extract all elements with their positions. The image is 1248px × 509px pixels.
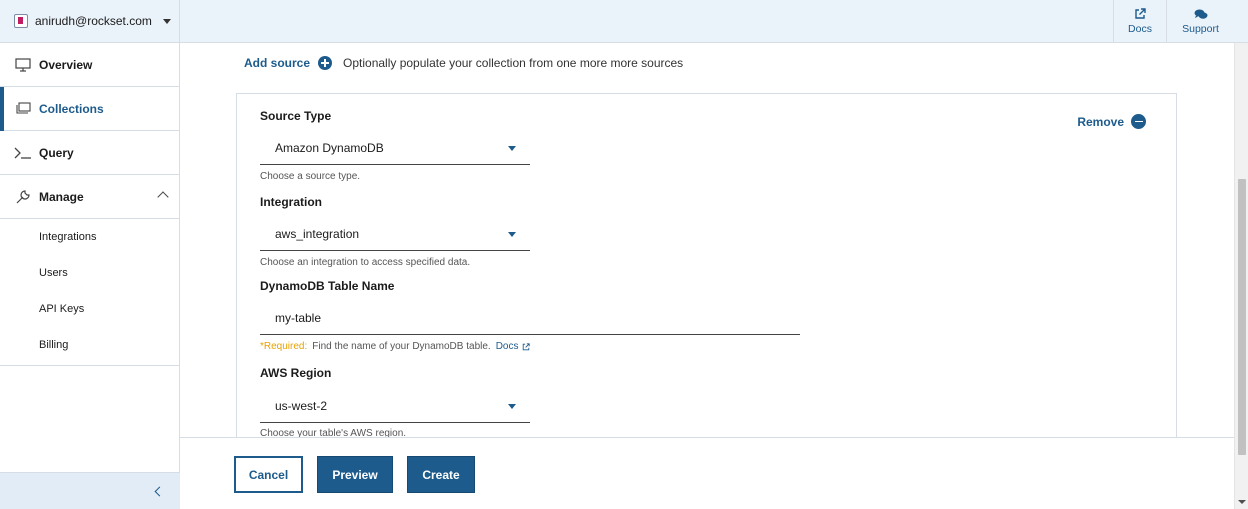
- table-name-label: DynamoDB Table Name: [260, 279, 395, 293]
- sidebar-item-users[interactable]: Users: [0, 255, 179, 291]
- sidebar-item-label: Manage: [39, 189, 84, 204]
- required-marker: *Required:: [260, 341, 308, 352]
- docs-label: Docs: [1128, 22, 1152, 35]
- table-name-value: my-table: [275, 311, 322, 325]
- external-link-icon: [522, 342, 530, 350]
- sidebar-item-billing[interactable]: Billing: [0, 327, 179, 363]
- table-name-input[interactable]: my-table: [260, 302, 800, 335]
- helper-text: Find the name of your DynamoDB table.: [312, 341, 491, 352]
- top-bar: Docs Support: [180, 0, 1248, 43]
- plus-circle-icon[interactable]: [318, 56, 333, 70]
- sidebar-item-label: Query: [39, 145, 74, 160]
- monitor-icon: [14, 57, 32, 73]
- support-label: Support: [1182, 22, 1219, 35]
- helper-text: Choose an integration to access specifie…: [260, 257, 471, 268]
- helper-text: Choose your table's AWS region.: [260, 428, 407, 437]
- create-button[interactable]: Create: [407, 456, 475, 493]
- table-name-helper: *Required: Find the name of your DynamoD…: [260, 341, 530, 352]
- scrollbar-thumb[interactable]: [1238, 179, 1246, 455]
- external-link-icon: [1134, 8, 1146, 21]
- add-source-description: Optionally populate your collection from…: [343, 56, 684, 70]
- sidebar-item-overview[interactable]: Overview: [0, 43, 179, 87]
- source-type-label: Source Type: [260, 109, 332, 123]
- dropdown-arrow-icon: [508, 232, 516, 237]
- aws-region-select[interactable]: us-west-2: [260, 390, 530, 423]
- docs-link[interactable]: Docs: [496, 341, 530, 352]
- add-source-row: Add source Optionally populate your coll…: [244, 56, 683, 70]
- collapse-sidebar-button[interactable]: [0, 472, 180, 509]
- source-card: Remove Source Type Amazon DynamoDB Choos…: [236, 93, 1177, 437]
- terminal-icon: [14, 145, 32, 161]
- remove-source-button[interactable]: Remove: [1077, 114, 1146, 129]
- action-footer: Cancel Preview Create: [180, 437, 1234, 509]
- account-switcher[interactable]: anirudh@rockset.com: [0, 0, 179, 43]
- sidebar-item-query[interactable]: Query: [0, 131, 179, 175]
- sidebar: anirudh@rockset.com Overview Collections…: [0, 0, 180, 509]
- integration-value: aws_integration: [275, 227, 360, 241]
- chat-bubbles-icon: [1194, 8, 1208, 21]
- helper-text: Choose a source type.: [260, 171, 361, 182]
- sidebar-item-label: Collections: [39, 101, 104, 116]
- cancel-button[interactable]: Cancel: [234, 456, 303, 493]
- main-content: Add source Optionally populate your coll…: [180, 43, 1234, 437]
- chevron-up-icon: [157, 191, 169, 203]
- docs-link-label: Docs: [495, 341, 519, 352]
- sidebar-item-api-keys[interactable]: API Keys: [0, 291, 179, 327]
- dropdown-arrow-icon: [508, 404, 516, 409]
- sidebar-item-integrations[interactable]: Integrations: [0, 219, 179, 255]
- collections-icon: [14, 101, 32, 117]
- source-type-helper: Choose a source type.: [260, 171, 360, 182]
- scroll-down-icon[interactable]: [1238, 500, 1246, 504]
- sidebar-item-manage[interactable]: Manage: [0, 175, 179, 219]
- sidebar-item-label: Overview: [39, 57, 93, 72]
- docs-button[interactable]: Docs: [1113, 0, 1166, 42]
- support-button[interactable]: Support: [1166, 0, 1234, 42]
- org-logo-icon: [14, 14, 28, 28]
- chevron-left-icon: [154, 486, 165, 497]
- add-source-link[interactable]: Add source: [244, 56, 310, 70]
- integration-label: Integration: [260, 195, 322, 209]
- sidebar-item-collections[interactable]: Collections: [0, 87, 179, 131]
- wrench-icon: [14, 189, 32, 205]
- account-email: anirudh@rockset.com: [35, 14, 152, 28]
- source-type-select[interactable]: Amazon DynamoDB: [260, 132, 530, 165]
- preview-button[interactable]: Preview: [317, 456, 393, 493]
- dropdown-arrow-icon: [508, 146, 516, 151]
- minus-circle-icon: [1131, 114, 1146, 129]
- aws-region-value: us-west-2: [275, 399, 328, 413]
- integration-select[interactable]: aws_integration: [260, 218, 530, 251]
- aws-region-helper: Choose your table's AWS region.: [260, 428, 406, 437]
- source-type-value: Amazon DynamoDB: [275, 141, 384, 155]
- caret-down-icon: [163, 19, 171, 24]
- integration-helper: Choose an integration to access specifie…: [260, 257, 470, 268]
- remove-label: Remove: [1077, 114, 1124, 129]
- page-scrollbar[interactable]: [1234, 43, 1248, 509]
- manage-submenu: Integrations Users API Keys Billing: [0, 219, 179, 366]
- aws-region-label: AWS Region: [260, 366, 332, 380]
